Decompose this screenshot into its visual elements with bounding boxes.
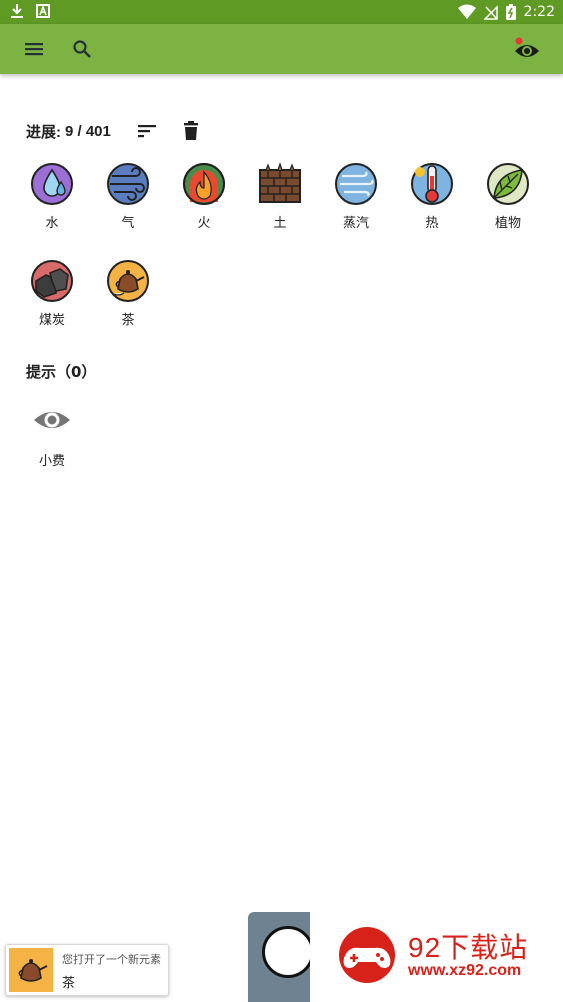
element-label: 热	[425, 216, 439, 231]
teapot-icon	[107, 260, 149, 302]
element-label: 土	[273, 216, 287, 231]
coal-icon	[31, 260, 73, 302]
element-label: 蒸汽	[342, 216, 369, 231]
app-bar	[0, 24, 563, 74]
gamepad-logo-icon	[339, 927, 395, 983]
fire-icon	[183, 163, 225, 205]
element-label: 火	[197, 216, 211, 231]
download-icon	[11, 4, 23, 18]
tip-label: 小费	[38, 454, 65, 469]
watermark-brand: 92下载站	[408, 932, 529, 963]
thermometer-icon	[411, 163, 453, 205]
element-plant[interactable]: 植物	[470, 160, 546, 257]
element-air[interactable]: 气	[90, 160, 166, 257]
menu-icon[interactable]	[22, 37, 46, 61]
element-grid: 水 气 火 土 蒸汽 热 植物 煤炭 茶	[14, 160, 554, 354]
capture-button[interactable]	[262, 926, 314, 978]
element-label: 茶	[121, 313, 135, 328]
eye-icon[interactable]	[513, 36, 541, 62]
no-signal-icon	[483, 5, 498, 20]
air-wind-icon	[107, 163, 149, 205]
watermark: 92下载站 www.xz92.com	[310, 906, 563, 1002]
tip-button[interactable]: 小费	[14, 400, 90, 472]
element-water[interactable]: 水	[14, 160, 90, 257]
steam-icon	[335, 163, 377, 205]
element-label: 植物	[494, 216, 521, 231]
element-fire[interactable]: 火	[166, 160, 242, 257]
capture-panel	[248, 912, 318, 1002]
leaf-icon	[487, 163, 529, 205]
element-label: 气	[121, 216, 135, 231]
toast-element-name: 茶	[62, 976, 76, 991]
element-tea[interactable]: 茶	[90, 257, 166, 354]
element-heat[interactable]: 热	[394, 160, 470, 257]
watermark-url: www.xz92.com	[408, 962, 522, 979]
sort-icon[interactable]	[135, 119, 159, 143]
battery-icon	[505, 4, 516, 20]
status-clock: 2:22	[523, 4, 555, 20]
progress-row: 进展: 9 / 401	[26, 118, 546, 144]
status-bar: 2:22	[0, 0, 563, 24]
delete-icon[interactable]	[179, 119, 203, 143]
water-drop-icon	[31, 163, 73, 205]
element-label: 水	[45, 216, 59, 231]
element-steam[interactable]: 蒸汽	[318, 160, 394, 257]
progress-label: 进展:	[26, 123, 61, 141]
element-label: 煤炭	[38, 313, 65, 328]
teapot-icon	[9, 948, 53, 992]
earth-soil-icon	[259, 162, 301, 203]
app-notification-icon	[36, 4, 50, 18]
toast-title: 您打开了一个新元素	[62, 953, 161, 966]
element-earth[interactable]: 土	[242, 160, 318, 257]
progress-value: 9 / 401	[65, 122, 111, 140]
wifi-icon	[457, 4, 476, 19]
hints-title: 提示（0）	[26, 363, 97, 381]
new-element-toast: 您打开了一个新元素 茶	[5, 944, 169, 996]
element-coal[interactable]: 煤炭	[14, 257, 90, 354]
eye-icon	[34, 412, 70, 428]
search-icon[interactable]	[70, 37, 94, 61]
